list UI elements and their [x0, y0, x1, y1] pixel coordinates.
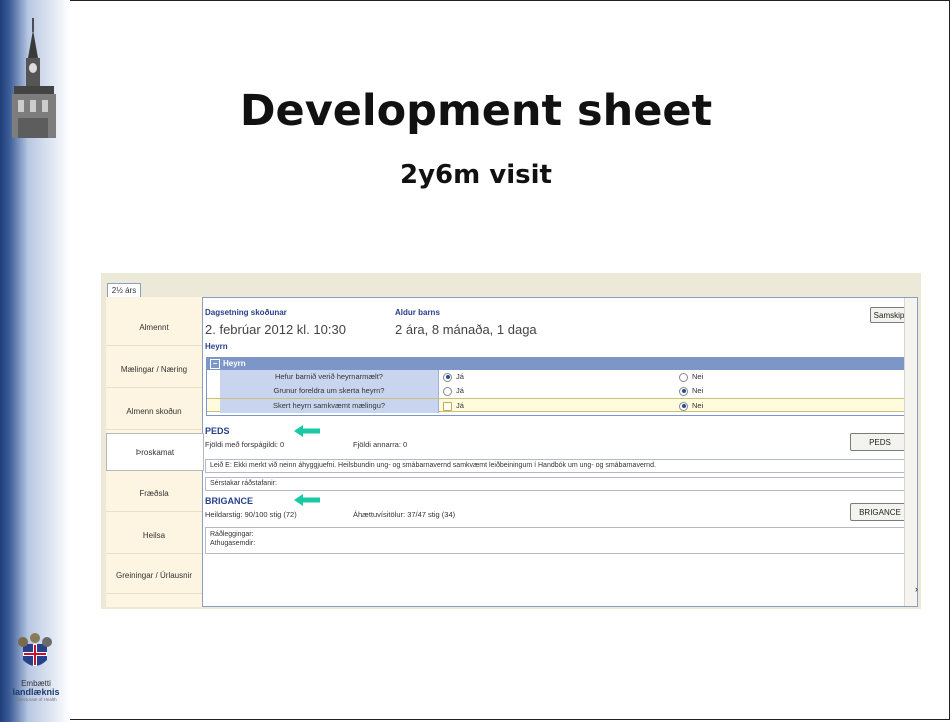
radio-label: Nei [692, 372, 704, 381]
hearing-question: Grunur foreldra um skerta heyrn? [220, 384, 439, 398]
sidebar-item-fraedsla[interactable]: Fræðsla [106, 475, 202, 512]
slide-title: Development sheet [239, 86, 713, 136]
advice-notes-field[interactable]: Ráðleggingar: Athugasemdir: [205, 527, 909, 554]
hearing-question: Hefur barnið verið heyrnarmælt? [220, 370, 439, 384]
hearing-group-header[interactable]: − Heyrn [207, 358, 910, 370]
hearing-section-label: Heyrn [205, 342, 228, 351]
radio-label: Nei [692, 386, 704, 395]
sidebar-item-throskamat[interactable]: Þroskamat [106, 433, 204, 471]
org-line-2: landlæknis [12, 687, 60, 697]
main-panel: Dagsetning skoðunar 2. febrúar 2012 kl. … [202, 297, 918, 607]
radio-label: Nei [692, 401, 704, 410]
hearing-row: Grunur foreldra um skerta heyrn? Já Nei [207, 384, 910, 398]
radio-label: Já [456, 401, 464, 410]
date-value: 2. febrúar 2012 kl. 10:30 [205, 322, 346, 337]
radio-icon[interactable] [679, 386, 688, 396]
screenshot-app-window: 2½ árs Almennt Mælingar / Næring Almenn … [101, 273, 921, 609]
arrow-left-icon [294, 425, 320, 437]
brigance-label: BRIGANCE [205, 496, 254, 506]
sidebar-item-maelingar[interactable]: Mælingar / Næring [106, 351, 202, 388]
radio-yes[interactable]: Já [443, 399, 464, 413]
peds-other-count: Fjöldi annarra: 0 [353, 440, 408, 449]
age-label: Aldur barns [395, 308, 440, 317]
sidebar-item-almenn-skodun[interactable]: Almenn skoðun [106, 393, 202, 430]
sidebar-nav: Almennt Mælingar / Næring Almenn skoðun … [106, 297, 204, 607]
hearing-row: Hefur barnið verið heyrnarmælt? Já Nei [207, 370, 910, 384]
radio-yes[interactable]: Já [443, 370, 464, 384]
radio-no[interactable]: Nei [679, 384, 703, 398]
peds-label: PEDS [205, 426, 230, 436]
radio-no[interactable]: Nei [679, 399, 703, 413]
radio-label: Já [456, 372, 464, 381]
brigance-total: Heildarstig: 90/100 stig (72) [205, 510, 297, 519]
brigance-risk: Áhættuvísitölur: 37/47 stig (34) [353, 510, 456, 519]
peds-predictive-count: Fjöldi með forspágildi: 0 [205, 440, 285, 449]
hearing-group-label: Heyrn [223, 359, 246, 368]
radio-yes[interactable]: Já [443, 384, 464, 398]
special-measures-field[interactable]: Sérstakar ráðstafanir: [205, 477, 909, 491]
hearing-question: Skert heyrn samkvæmt mælingu? [220, 399, 439, 413]
radio-icon[interactable] [679, 401, 688, 411]
slide-subtitle: 2y6m visit [400, 160, 552, 190]
age-value: 2 ára, 8 mánaða, 1 daga [395, 322, 537, 337]
radio-icon[interactable] [679, 372, 688, 382]
radio-icon[interactable] [443, 372, 452, 382]
radio-icon[interactable] [443, 401, 452, 411]
notes-label: Athugasemdir: [210, 540, 256, 547]
brigance-button[interactable]: BRIGANCE [850, 503, 910, 521]
radio-label: Já [456, 386, 464, 395]
sidebar-item-heilsa[interactable]: Heilsa [106, 517, 202, 554]
arrow-left-icon [294, 494, 320, 506]
collapse-icon[interactable]: − [210, 358, 220, 369]
hearing-row-selected: Skert heyrn samkvæmt mælingu? Já Nei [207, 398, 910, 413]
org-line-3: Directorate of Health [15, 697, 57, 702]
hearing-group: − Heyrn Hefur barnið verið heyrnarmælt? J… [206, 357, 911, 416]
sidebar-item-greiningar[interactable]: Greiningar / Úrlausnir [106, 557, 202, 594]
vertical-scrollbar[interactable] [904, 298, 917, 606]
date-label: Dagsetning skoðunar [205, 308, 287, 317]
org-name: Embætti landlæknis Directorate of Health [4, 680, 68, 703]
peds-result-field[interactable]: Leið E: Ekki merkt við neinn áhyggjuefni… [205, 459, 909, 473]
peds-button[interactable]: PEDS [850, 433, 910, 451]
radio-icon[interactable] [443, 386, 452, 396]
coat-of-arms-logo [18, 633, 52, 666]
sidebar-item-almennt[interactable]: Almennt [106, 309, 202, 346]
tab-visit[interactable]: 2½ árs [107, 283, 141, 298]
scroll-right-icon[interactable]: › [915, 584, 918, 594]
advice-label: Ráðleggingar: [210, 531, 254, 538]
radio-no[interactable]: Nei [679, 370, 703, 384]
